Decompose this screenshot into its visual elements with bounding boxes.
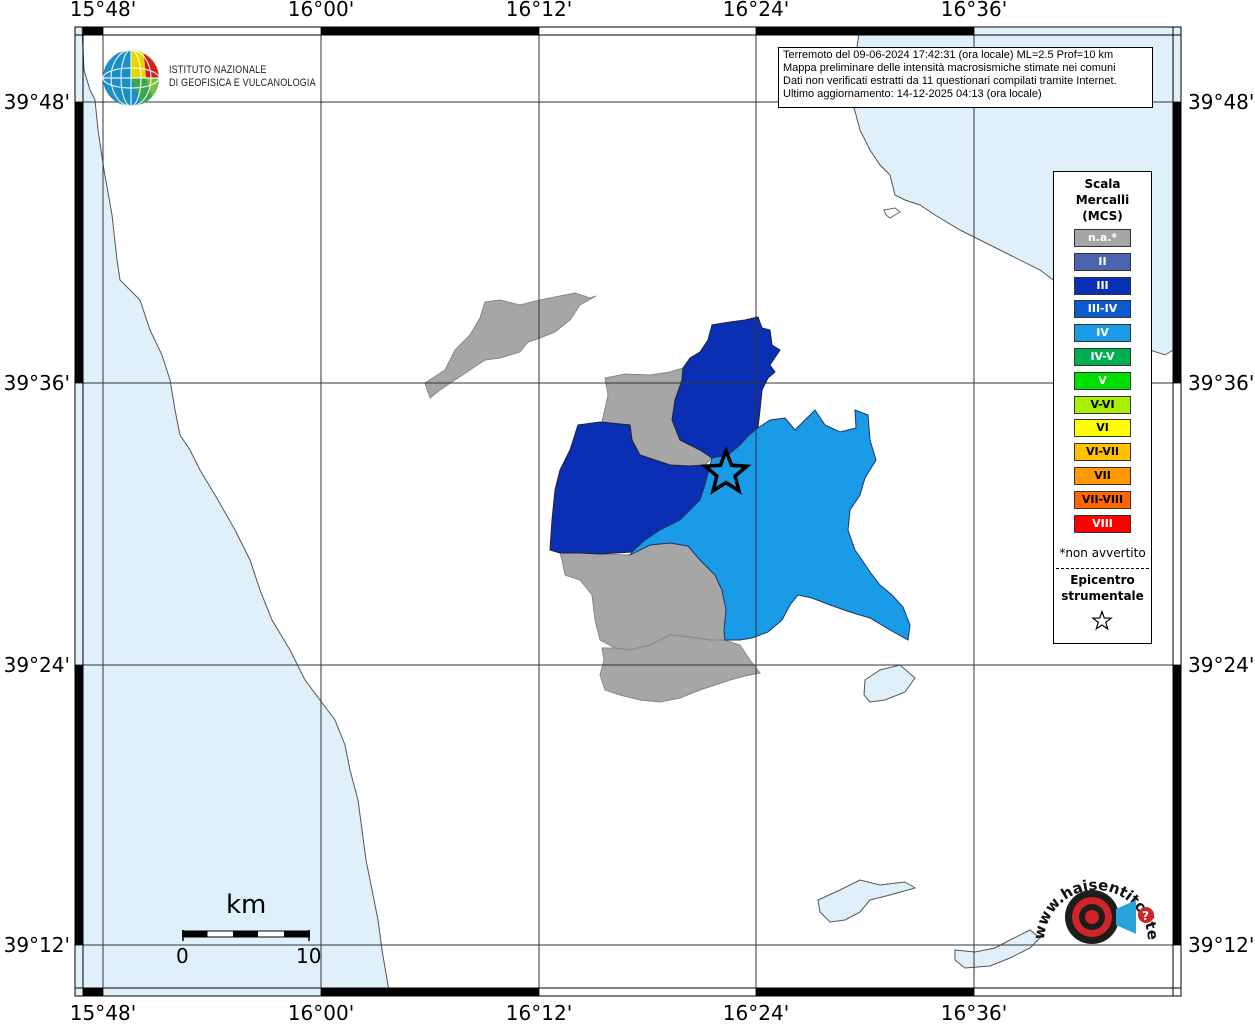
- lon-tick-label: 16°24': [723, 1001, 789, 1024]
- legend-title: Scala Mercalli (MCS): [1054, 176, 1151, 224]
- legend-item: III-IV: [1074, 300, 1131, 319]
- ingv-logo-text: ISTITUTO NAZIONALE DI GEOFISICA E VULCAN…: [169, 64, 316, 90]
- scale-bar-unit: km: [226, 890, 267, 920]
- lon-tick-label: 15°48': [70, 0, 136, 21]
- ingv-logo: [102, 48, 162, 112]
- legend-item: III: [1074, 276, 1131, 295]
- legend-star-icon: [1091, 610, 1113, 631]
- latitude-labels-right: 39°48' 39°36' 39°24' 39°12': [1188, 90, 1254, 957]
- lat-tick-label: 39°12': [4, 933, 70, 957]
- lat-tick-label: 39°36': [1188, 371, 1254, 395]
- event-info-line: Dati non verificati estratti da 11 quest…: [783, 75, 1117, 87]
- svg-text:?: ?: [1142, 909, 1149, 923]
- ingv-logo-line1: ISTITUTO NAZIONALE: [169, 64, 267, 76]
- legend-item: VIII: [1074, 514, 1131, 533]
- legend-item: VI: [1074, 419, 1131, 438]
- lon-tick-label: 16°00': [288, 1001, 354, 1024]
- lon-tick-label: 16°12': [506, 1001, 572, 1024]
- event-info-line: Mappa preliminare delle intensità macros…: [783, 62, 1116, 74]
- legend-title-line: Mercalli: [1075, 193, 1130, 207]
- legend-item: II: [1074, 252, 1131, 271]
- ingv-logo-line2: DI GEOFISICA E VULCANOLOGIA: [169, 77, 316, 89]
- scale-bar: km 0 10: [170, 890, 330, 970]
- lon-tick-label: 16°12': [506, 0, 572, 21]
- scale-bar-end: 10: [296, 944, 322, 968]
- legend-title-line: (MCS): [1082, 209, 1123, 223]
- legend-epicenter-line: strumentale: [1061, 589, 1144, 603]
- lon-tick-label: 16°36': [941, 0, 1007, 21]
- lon-tick-label: 15°48': [70, 1001, 136, 1024]
- legend-note: *non avvertito: [1059, 546, 1146, 560]
- legend-item: VII: [1074, 467, 1131, 485]
- lon-tick-label: 16°00': [288, 0, 354, 21]
- lat-tick-label: 39°48': [4, 90, 70, 114]
- lat-tick-label: 39°24': [4, 653, 70, 677]
- lon-tick-label: 16°24': [723, 0, 789, 21]
- legend-title-line: Scala: [1084, 177, 1121, 191]
- legend-item: n.a.*: [1074, 229, 1131, 247]
- hai-sentito-il-terremoto-logo-icon: www.haisentitoilterremoto.it ?: [1022, 848, 1165, 981]
- legend-item: VI-VII: [1074, 443, 1131, 462]
- legend-item: V-VI: [1074, 395, 1131, 414]
- legend-item: VII-VIII: [1074, 490, 1131, 509]
- mcs-legend: Scala Mercalli (MCS) n.a.* II III III-IV IV I…: [1053, 171, 1152, 644]
- lon-tick-label: 16°36': [941, 1001, 1007, 1024]
- legend-item: IV: [1074, 324, 1131, 343]
- latitude-labels-left: 39°48' 39°36' 39°24' 39°12': [4, 90, 70, 957]
- event-info-box: Terremoto del 09-06-2024 17:42:31 (ora l…: [778, 47, 1153, 108]
- lat-tick-label: 39°36': [4, 371, 70, 395]
- scale-bar-graphic: [182, 930, 310, 941]
- lat-tick-label: 39°12': [1188, 933, 1254, 957]
- lat-tick-label: 39°48': [1188, 90, 1254, 114]
- ingv-globe-icon: [102, 49, 160, 107]
- longitude-labels-top: 15°48' 16°00' 16°12' 16°24' 16°36': [70, 0, 1007, 21]
- legend-item: V: [1074, 371, 1131, 390]
- legend-separator: [1056, 568, 1149, 569]
- legend-epicenter-line: Epicentro: [1070, 573, 1135, 587]
- event-info-line: Ultimo aggiornamento: 14-12-2025 04:13 (…: [783, 88, 1042, 100]
- legend-epicenter-label: Epicentro strumentale: [1054, 572, 1151, 604]
- scale-bar-start: 0: [176, 944, 189, 968]
- longitude-labels-bottom: 15°48' 16°00' 16°12' 16°24' 16°36': [70, 1001, 1007, 1024]
- legend-item: IV-V: [1074, 348, 1131, 366]
- event-info-line: Terremoto del 09-06-2024 17:42:31 (ora l…: [783, 49, 1114, 61]
- lat-tick-label: 39°24': [1188, 653, 1254, 677]
